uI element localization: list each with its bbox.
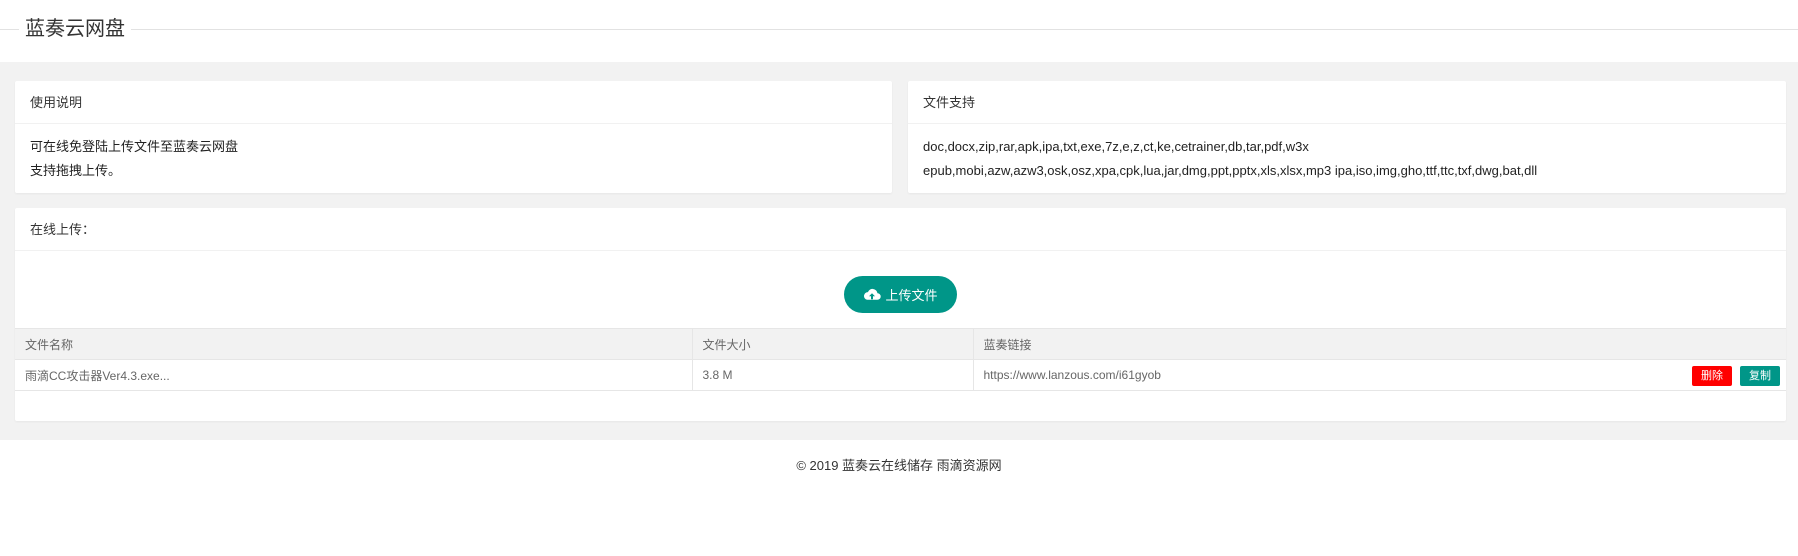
upload-dropzone[interactable]: 上传文件	[15, 251, 1786, 328]
formats-card-body: doc,docx,zip,rar,apk,ipa,txt,exe,7z,e,z,…	[908, 124, 1786, 194]
formats-line: epub,mobi,azw,azw3,osk,osz,xpa,cpk,lua,j…	[923, 163, 1538, 178]
delete-button[interactable]: 删除	[1692, 366, 1732, 386]
file-link-cell: https://www.lanzous.com/i61gyob 删除 复制	[973, 359, 1786, 391]
footer-copyright: © 2019 蓝奏云在线储存 雨滴资源网	[796, 458, 1002, 473]
column-header-link: 蓝奏链接	[973, 328, 1786, 360]
file-name-cell: 雨滴CC攻击器Ver4.3.exe...	[15, 359, 693, 391]
usage-line: 支持拖拽上传。	[30, 163, 122, 178]
formats-card-title: 文件支持	[908, 81, 1786, 124]
table-header-row: 文件名称 文件大小 蓝奏链接	[15, 328, 1786, 360]
column-header-filesize: 文件大小	[692, 328, 974, 360]
header-divider	[0, 29, 1798, 30]
upload-card-title: 在线上传：	[15, 208, 1786, 251]
column-header-filename: 文件名称	[15, 328, 693, 360]
formats-line: doc,docx,zip,rar,apk,ipa,txt,exe,7z,e,z,…	[923, 139, 1309, 154]
row-actions: 删除 复制	[1692, 366, 1780, 386]
usage-line: 可在线免登陆上传文件至蓝奏云网盘	[30, 139, 239, 154]
usage-card: 使用说明 可在线免登陆上传文件至蓝奏云网盘 支持拖拽上传。	[15, 81, 892, 193]
page-title: 蓝奏云网盘	[19, 14, 131, 44]
file-link-text[interactable]: https://www.lanzous.com/i61gyob	[984, 368, 1161, 382]
file-size-cell: 3.8 M	[692, 359, 974, 391]
main-content: 使用说明 可在线免登陆上传文件至蓝奏云网盘 支持拖拽上传。 文件支持 doc,d…	[0, 62, 1798, 440]
upload-file-button-label: 上传文件	[885, 288, 938, 303]
cloud-upload-icon	[863, 288, 882, 302]
table-row: 雨滴CC攻击器Ver4.3.exe... 3.8 M https://www.l…	[15, 359, 1786, 391]
usage-card-body: 可在线免登陆上传文件至蓝奏云网盘 支持拖拽上传。	[15, 124, 892, 194]
formats-card: 文件支持 doc,docx,zip,rar,apk,ipa,txt,exe,7z…	[908, 81, 1786, 193]
upload-card: 在线上传： 上传文件 文件名称 文件大小 蓝奏链接 雨滴CC攻击器Ver4.3.…	[15, 208, 1786, 421]
file-table: 文件名称 文件大小 蓝奏链接 雨滴CC攻击器Ver4.3.exe... 3.8 …	[15, 328, 1786, 391]
usage-card-title: 使用说明	[15, 81, 892, 124]
upload-file-button[interactable]: 上传文件	[844, 276, 957, 313]
page-header: 蓝奏云网盘	[0, 0, 1798, 62]
copy-button[interactable]: 复制	[1740, 366, 1780, 386]
